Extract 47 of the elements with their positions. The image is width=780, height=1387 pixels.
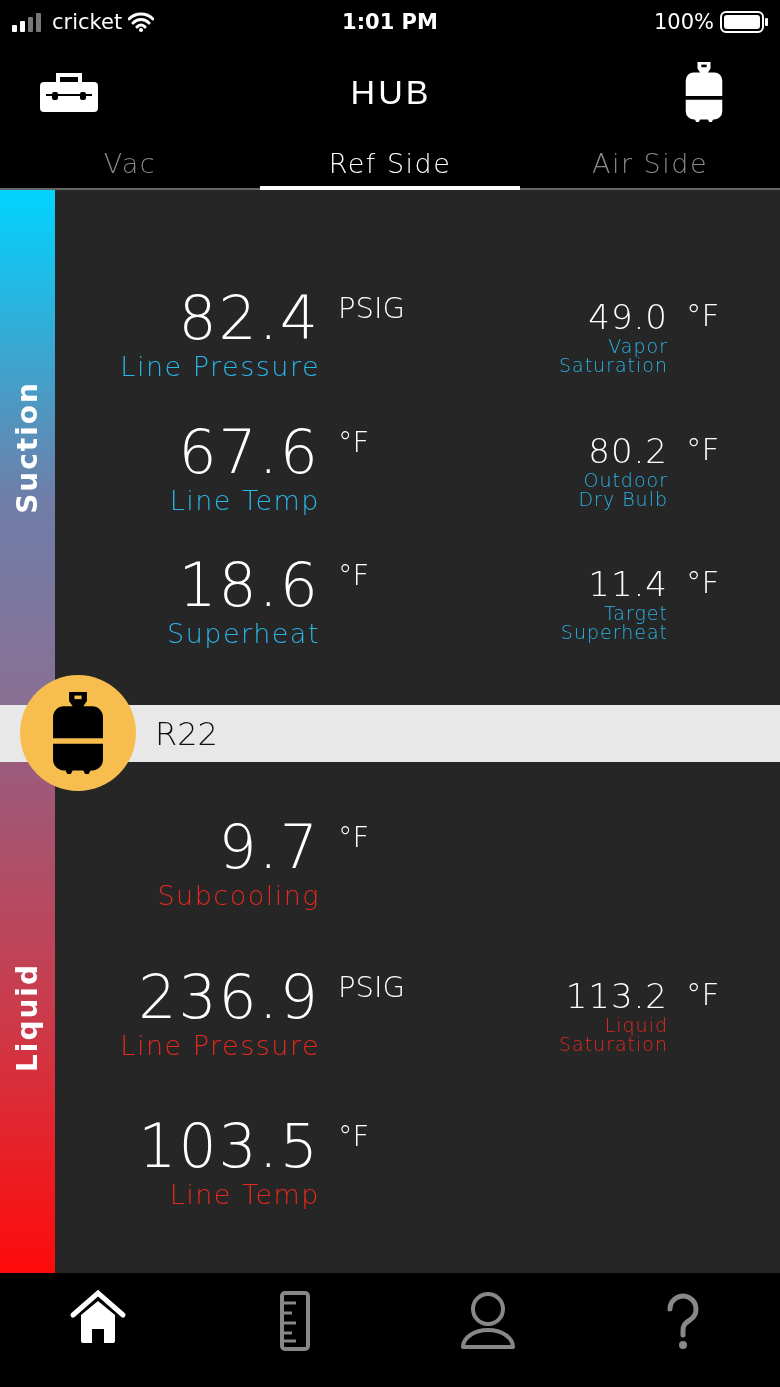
reading-label: Line Pressure: [120, 1029, 320, 1062]
status-time: 1:01 PM: [342, 10, 438, 34]
battery-percent: 100%: [653, 10, 714, 34]
reading-label: Subcooling: [157, 879, 320, 912]
reading-label: Line Temp: [169, 484, 320, 517]
reading-value: 80.2: [588, 430, 668, 471]
unit-label: °F: [337, 556, 370, 592]
wifi-icon: [128, 12, 155, 32]
tab[interactable]: Air Side: [520, 140, 780, 190]
reading-label: Outdoor Dry Bulb: [578, 470, 668, 509]
tank-button[interactable]: [684, 62, 724, 122]
unit-label: PSIG: [337, 290, 405, 326]
reading-value: 67.6: [178, 418, 320, 485]
battery-icon: [720, 11, 768, 33]
reading-value: 11.4: [588, 563, 668, 604]
reading-label: Line Temp: [169, 1179, 320, 1212]
carrier-name: cricket: [52, 10, 123, 34]
reading-label: Vapor Saturation: [558, 337, 668, 376]
unit-label: °F: [337, 818, 370, 854]
unit-label: °F: [337, 1118, 370, 1154]
section-label: Liquid: [11, 962, 44, 1073]
unit-label: °F: [685, 296, 721, 334]
gas-tank-icon: [684, 62, 724, 122]
person-icon: [458, 1289, 517, 1351]
gas-tank-icon: [53, 692, 103, 774]
refrigerant-name: R22: [155, 714, 218, 753]
reading-label: Line Pressure: [120, 351, 320, 384]
reading-value: 49.0: [588, 297, 668, 338]
app-title: HUB: [350, 72, 432, 112]
unit-label: °F: [685, 429, 721, 467]
unit-label: °F: [685, 562, 721, 600]
reading-label: Target Superheat: [560, 603, 668, 642]
section-label: Suction: [11, 381, 44, 514]
tab[interactable]: Vac: [0, 140, 260, 190]
unit-label: °F: [685, 974, 721, 1012]
unit-label: °F: [337, 423, 370, 459]
toolbox-button[interactable]: [40, 72, 98, 112]
reading-value: 236.9: [138, 963, 320, 1030]
toolbox-icon: [40, 72, 98, 112]
reading-value: 113.2: [565, 975, 668, 1016]
reading-value: 9.7: [218, 813, 320, 880]
reading-value: 82.4: [178, 285, 320, 352]
reading-label: Liquid Saturation: [558, 1015, 668, 1054]
reading-value: 103.5: [138, 1113, 320, 1180]
reading-label: Superheat: [167, 617, 320, 650]
reading-value: 18.6: [178, 551, 320, 618]
unit-label: PSIG: [337, 968, 405, 1004]
